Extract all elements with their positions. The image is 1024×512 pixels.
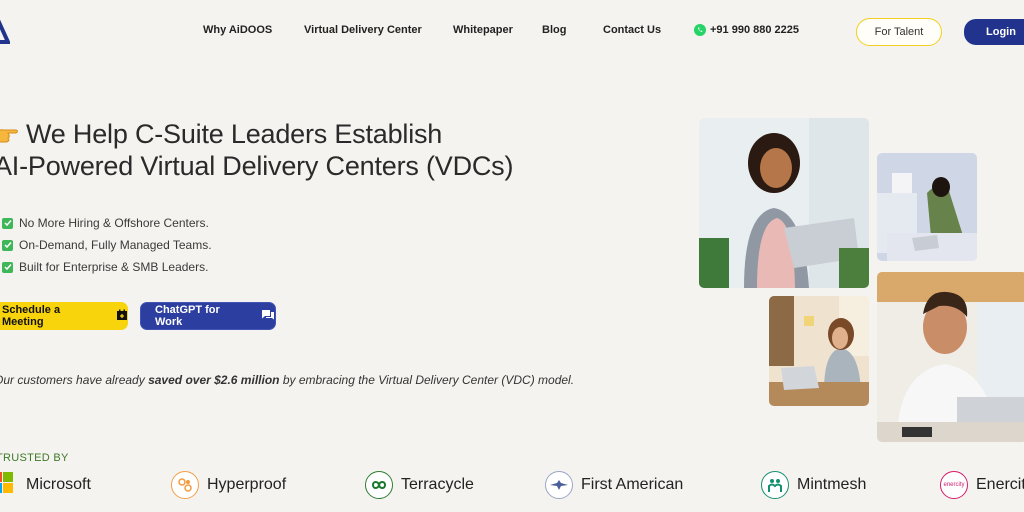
client-name: Hyperproof <box>207 476 287 493</box>
benefit-text: Built for Enterprise & SMB Leaders. <box>19 260 209 274</box>
mintmesh-logo-icon <box>761 471 789 499</box>
check-icon <box>2 217 13 229</box>
benefit-text: On-Demand, Fully Managed Teams. <box>19 238 212 252</box>
woman-with-laptop-photo <box>699 118 869 288</box>
client-logo-mintmesh: Mintmesh <box>761 470 866 500</box>
main-nav: Why AiDOOS Virtual Delivery Center White… <box>0 0 1024 62</box>
nav-link-blog[interactable]: Blog <box>542 24 566 36</box>
savings-suffix: by embracing the Virtual Delivery Center… <box>282 373 575 387</box>
savings-amount: saved over $2.6 million <box>148 373 280 387</box>
nav-link-contact-us[interactable]: Contact Us <box>603 24 661 36</box>
smiling-man-photo <box>877 272 1024 442</box>
schedule-meeting-label: Schedule a Meeting <box>2 304 61 328</box>
client-name: First American <box>581 476 684 493</box>
savings-prefix: Our customers have already <box>0 373 145 387</box>
hero-title: We Help C-Suite Leaders Establish AI-Pow… <box>0 118 614 182</box>
client-name: Enercity <box>976 476 1024 493</box>
benefit-text: No More Hiring & Offshore Centers. <box>19 216 209 230</box>
savings-statement: Our customers have already saved over $2… <box>0 373 574 387</box>
benefit-item: No More Hiring & Offshore Centers. <box>2 212 212 234</box>
login-button[interactable]: Login <box>964 19 1024 45</box>
microsoft-logo-icon <box>0 471 14 499</box>
phone-number: +91 990 880 2225 <box>710 24 800 36</box>
phone-link[interactable]: +91 990 880 2225 <box>694 24 799 36</box>
terracycle-logo-icon <box>365 471 393 499</box>
hero-title-line2: AI-Powered Virtual Delivery Centers (VDC… <box>0 151 514 181</box>
client-name: Mintmesh <box>797 476 867 493</box>
calendar-add-icon <box>116 309 128 324</box>
client-logo-enercity: enercity Enercity <box>940 470 1024 500</box>
benefit-item: On-Demand, Fully Managed Teams. <box>2 234 212 256</box>
benefit-list: No More Hiring & Offshore Centers. On-De… <box>2 212 212 278</box>
schedule-meeting-button[interactable]: Schedule a Meeting <box>0 302 128 330</box>
enercity-logo-icon: enercity <box>940 471 968 499</box>
nav-link-why-aidoos[interactable]: Why AiDOOS <box>203 24 272 36</box>
for-talent-button[interactable]: For Talent <box>856 18 942 46</box>
client-logo-hyperproof: Hyperproof <box>171 470 286 500</box>
client-logo-first-american: First American <box>545 470 683 500</box>
chat-bubble-icon <box>261 309 275 324</box>
client-name: Terracycle <box>401 476 474 493</box>
eagle-logo-icon <box>545 471 573 499</box>
woman-sitting-floor-photo <box>877 153 977 261</box>
chatgpt-for-work-button[interactable]: ChatGPT for Work <box>140 302 276 330</box>
client-logo-terracycle: Terracycle <box>365 470 474 500</box>
whatsapp-icon <box>694 24 706 36</box>
nav-link-whitepaper[interactable]: Whitepaper <box>453 24 513 36</box>
hyperproof-logo-icon <box>171 471 199 499</box>
check-icon <box>2 261 13 273</box>
trusted-by-label: TRUSTED BY <box>0 452 69 464</box>
woman-at-desk-photo <box>769 296 869 406</box>
nav-link-virtual-delivery-center[interactable]: Virtual Delivery Center <box>304 24 422 36</box>
check-icon <box>2 239 13 251</box>
client-name: Microsoft <box>26 476 91 493</box>
client-logo-microsoft: Microsoft <box>0 470 91 500</box>
benefit-item: Built for Enterprise & SMB Leaders. <box>2 256 212 278</box>
hero-title-line1: We Help C-Suite Leaders Establish <box>26 119 443 149</box>
pointing-hand-icon <box>0 118 20 150</box>
chatgpt-for-work-label: ChatGPT for Work <box>155 304 220 328</box>
